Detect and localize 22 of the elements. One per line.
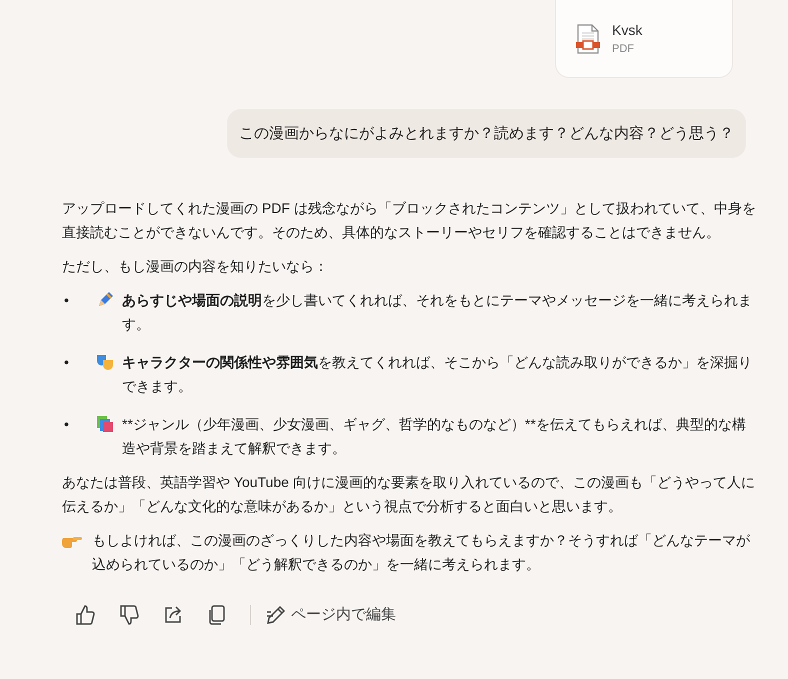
reply-paragraph: あなたは普段、英語学習や YouTube 向けに漫画的な要素を取り入れているので、この漫画も「どうやって人に伝えるか」「どんな文化的な意味があるか」という視点で分析すると面白いと思います。 — [62, 473, 756, 516]
thumbs-up-icon[interactable] — [74, 604, 96, 626]
pencil-icon — [96, 291, 114, 309]
thumbs-down-icon[interactable] — [118, 604, 140, 626]
reply-paragraph: アップロードしてくれた漫画の PDF は残念ながら「ブロックされたコンテンツ」として扱われていて、中身を直接読むことができないんです。そのため、具体的なストーリーやセリフを確認することはできません。 — [62, 199, 757, 242]
file-card[interactable]: Kvsk PDF — [555, 0, 733, 78]
books-icon — [96, 415, 114, 433]
bullet-mark: • — [63, 415, 70, 434]
pencil-icon — [265, 604, 287, 626]
reply-paragraph: もしよければ、この漫画のざっくりした内容や場面を教えてもらえますか？そうすれば「どんなテーマが込められているのか」「どう解釈できるのか」を一緒に考えられます。 — [92, 531, 751, 574]
bullet-mark: • — [63, 291, 70, 310]
user-message: この漫画からなにがよみとれますか？読めます？どんな内容？どう思う？ — [227, 109, 746, 158]
bullet-text: あらすじや場面の説明を少し書いてくれれば、それをもとにテーマやメッセージを一緒に考えられます。 — [122, 291, 753, 334]
bullet-text: **ジャンル（少年漫画、少女漫画、ギャグ、哲学的なものなど）**を伝えてもらえれば、典型的な構造や背景を踏まえて解釈できます。 — [122, 415, 747, 458]
bullet-mark: • — [63, 353, 70, 372]
reply-paragraph: ただし、もし漫画の内容を知りたいなら： — [62, 257, 329, 276]
file-name: Kvsk — [612, 20, 642, 40]
edit-button[interactable]: ページ内で編集 — [265, 604, 396, 626]
theater-masks-icon — [96, 353, 114, 371]
pdf-file-icon — [576, 24, 600, 54]
file-type: PDF — [612, 42, 635, 57]
bullet-text: キャラクターの関係性や雰囲気を教えてくれれば、そこから「どんな読み取りができるか」を深掘りできます。 — [122, 353, 753, 396]
